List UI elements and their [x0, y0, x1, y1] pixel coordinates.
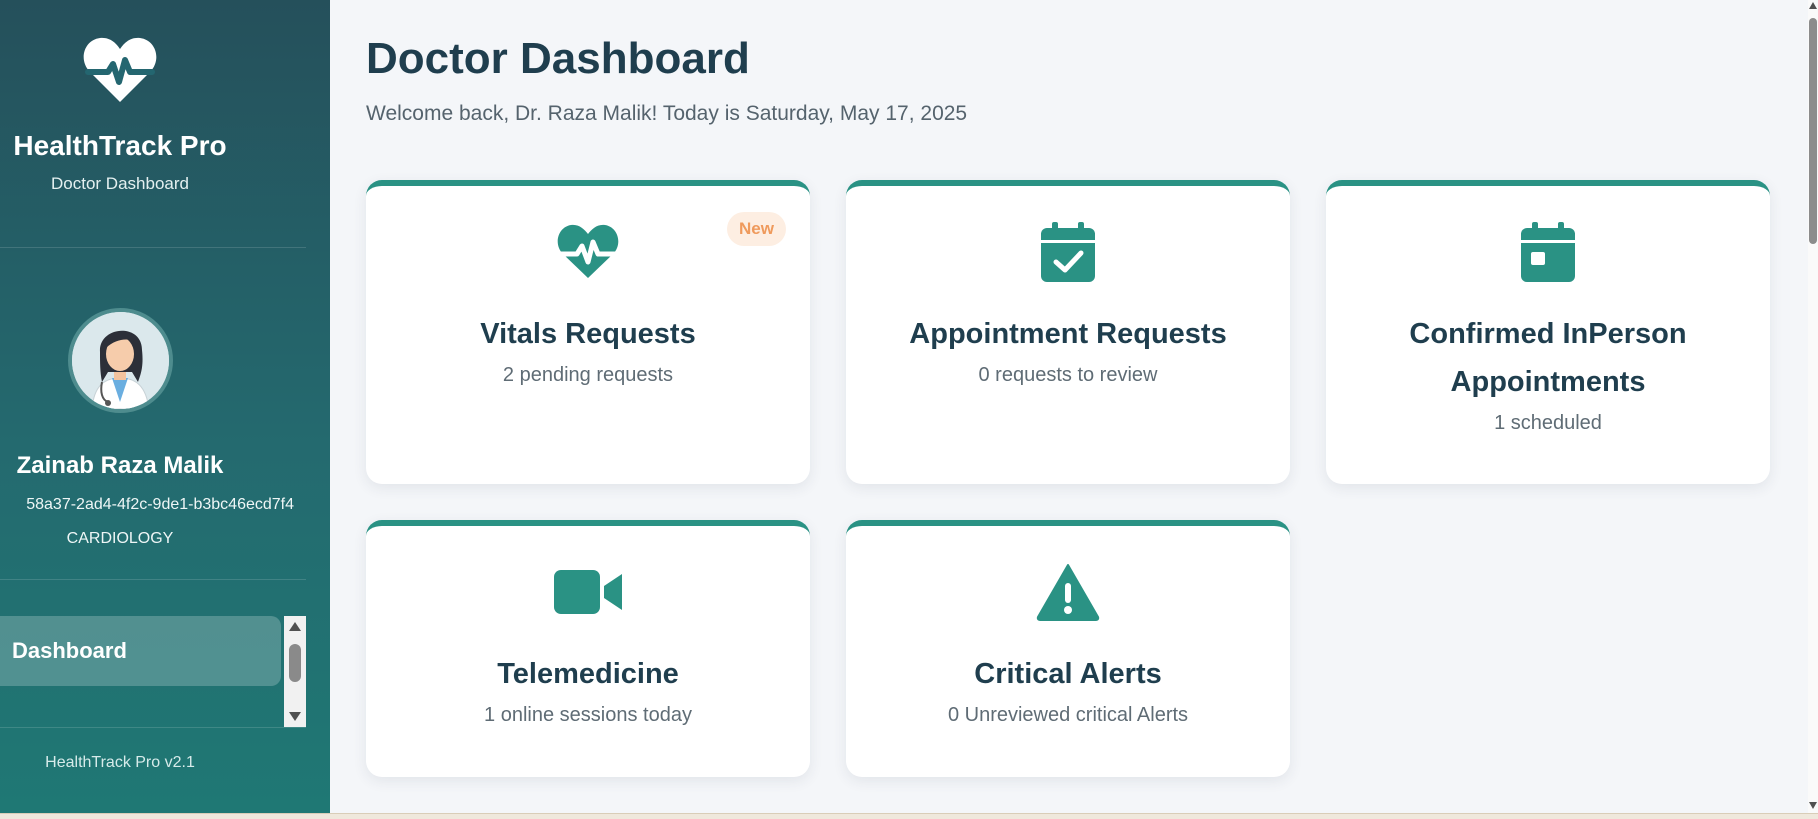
card-appointment-requests[interactable]: Appointment Requests 0 requests to revie…: [846, 180, 1290, 484]
scrollbar-thumb[interactable]: [1809, 18, 1817, 244]
card-subtitle: 2 pending requests: [502, 364, 674, 386]
doctor-avatar-icon: [72, 312, 169, 409]
avatar: [68, 308, 173, 413]
sidebar-item-dashboard[interactable]: Dashboard: [0, 616, 281, 686]
sidebar: HealthTrack Pro Doctor Dashboard Zainab …: [0, 0, 330, 813]
window-bottom-edge: [0, 813, 1818, 819]
card-telemedicine[interactable]: Telemedicine 1 online sessions today: [366, 520, 810, 777]
scroll-up-arrow-icon[interactable]: [289, 622, 301, 631]
card-critical-alerts[interactable]: Critical Alerts 0 Unreviewed critical Al…: [846, 520, 1290, 777]
sidebar-divider: [0, 579, 306, 580]
sidebar-divider: [0, 247, 306, 248]
page-title: Doctor Dashboard: [366, 34, 750, 83]
card-title: Appointment Requests: [909, 318, 1227, 350]
welcome-message: Welcome back, Dr. Raza Malik! Today is S…: [366, 102, 968, 125]
scroll-down-arrow-icon[interactable]: [1809, 802, 1817, 809]
card-subtitle: 0 Unreviewed critical Alerts: [947, 704, 1189, 726]
heartbeat-icon: [557, 224, 619, 278]
video-icon: [554, 570, 622, 614]
card-title: Critical Alerts: [974, 658, 1162, 690]
card-title: Vitals Requests: [480, 318, 696, 350]
card-confirmed-inperson-appointments[interactable]: Confirmed InPerson Appointments 1 schedu…: [1326, 180, 1770, 484]
sidebar-item-label: Dashboard: [12, 638, 127, 663]
window-scrollbar[interactable]: [1808, 0, 1818, 813]
calendar-day-icon: [1521, 222, 1575, 282]
app-version: HealthTrack Pro v2.1: [45, 754, 195, 771]
card-vitals-requests[interactable]: New Vitals Requests 2 pending requests: [366, 180, 810, 484]
card-title: Confirmed InPerson Appointments: [1409, 318, 1687, 398]
brand-title: HealthTrack Pro: [13, 130, 227, 161]
sidebar-nav-scrollbar[interactable]: [284, 616, 306, 727]
scroll-down-arrow-icon[interactable]: [289, 712, 301, 721]
scroll-up-arrow-icon[interactable]: [1809, 2, 1817, 9]
brand-subtitle: Doctor Dashboard: [51, 174, 189, 193]
new-badge: New: [727, 212, 786, 246]
doctor-specialty: CARDIOLOGY: [66, 530, 174, 547]
heartbeat-icon: [83, 37, 157, 102]
warning-icon: [1036, 564, 1100, 621]
sidebar-divider: [0, 727, 306, 728]
calendar-check-icon: [1041, 222, 1095, 282]
card-subtitle: 1 scheduled: [1494, 412, 1602, 434]
sidebar-nav: Dashboard: [0, 616, 306, 727]
card-subtitle: 1 online sessions today: [484, 704, 692, 726]
scrollbar-thumb[interactable]: [289, 644, 301, 682]
doctor-id: 58a37-2ad4-4f2c-9de1-b3bc46ecd7f4: [26, 496, 294, 513]
doctor-name: Zainab Raza Malik: [16, 452, 224, 479]
card-subtitle: 0 requests to review: [978, 364, 1158, 386]
brand: HealthTrack Pro Doctor Dashboard: [0, 36, 240, 194]
card-title: Telemedicine: [497, 658, 679, 690]
main-content: Doctor Dashboard Welcome back, Dr. Raza …: [330, 0, 1810, 813]
